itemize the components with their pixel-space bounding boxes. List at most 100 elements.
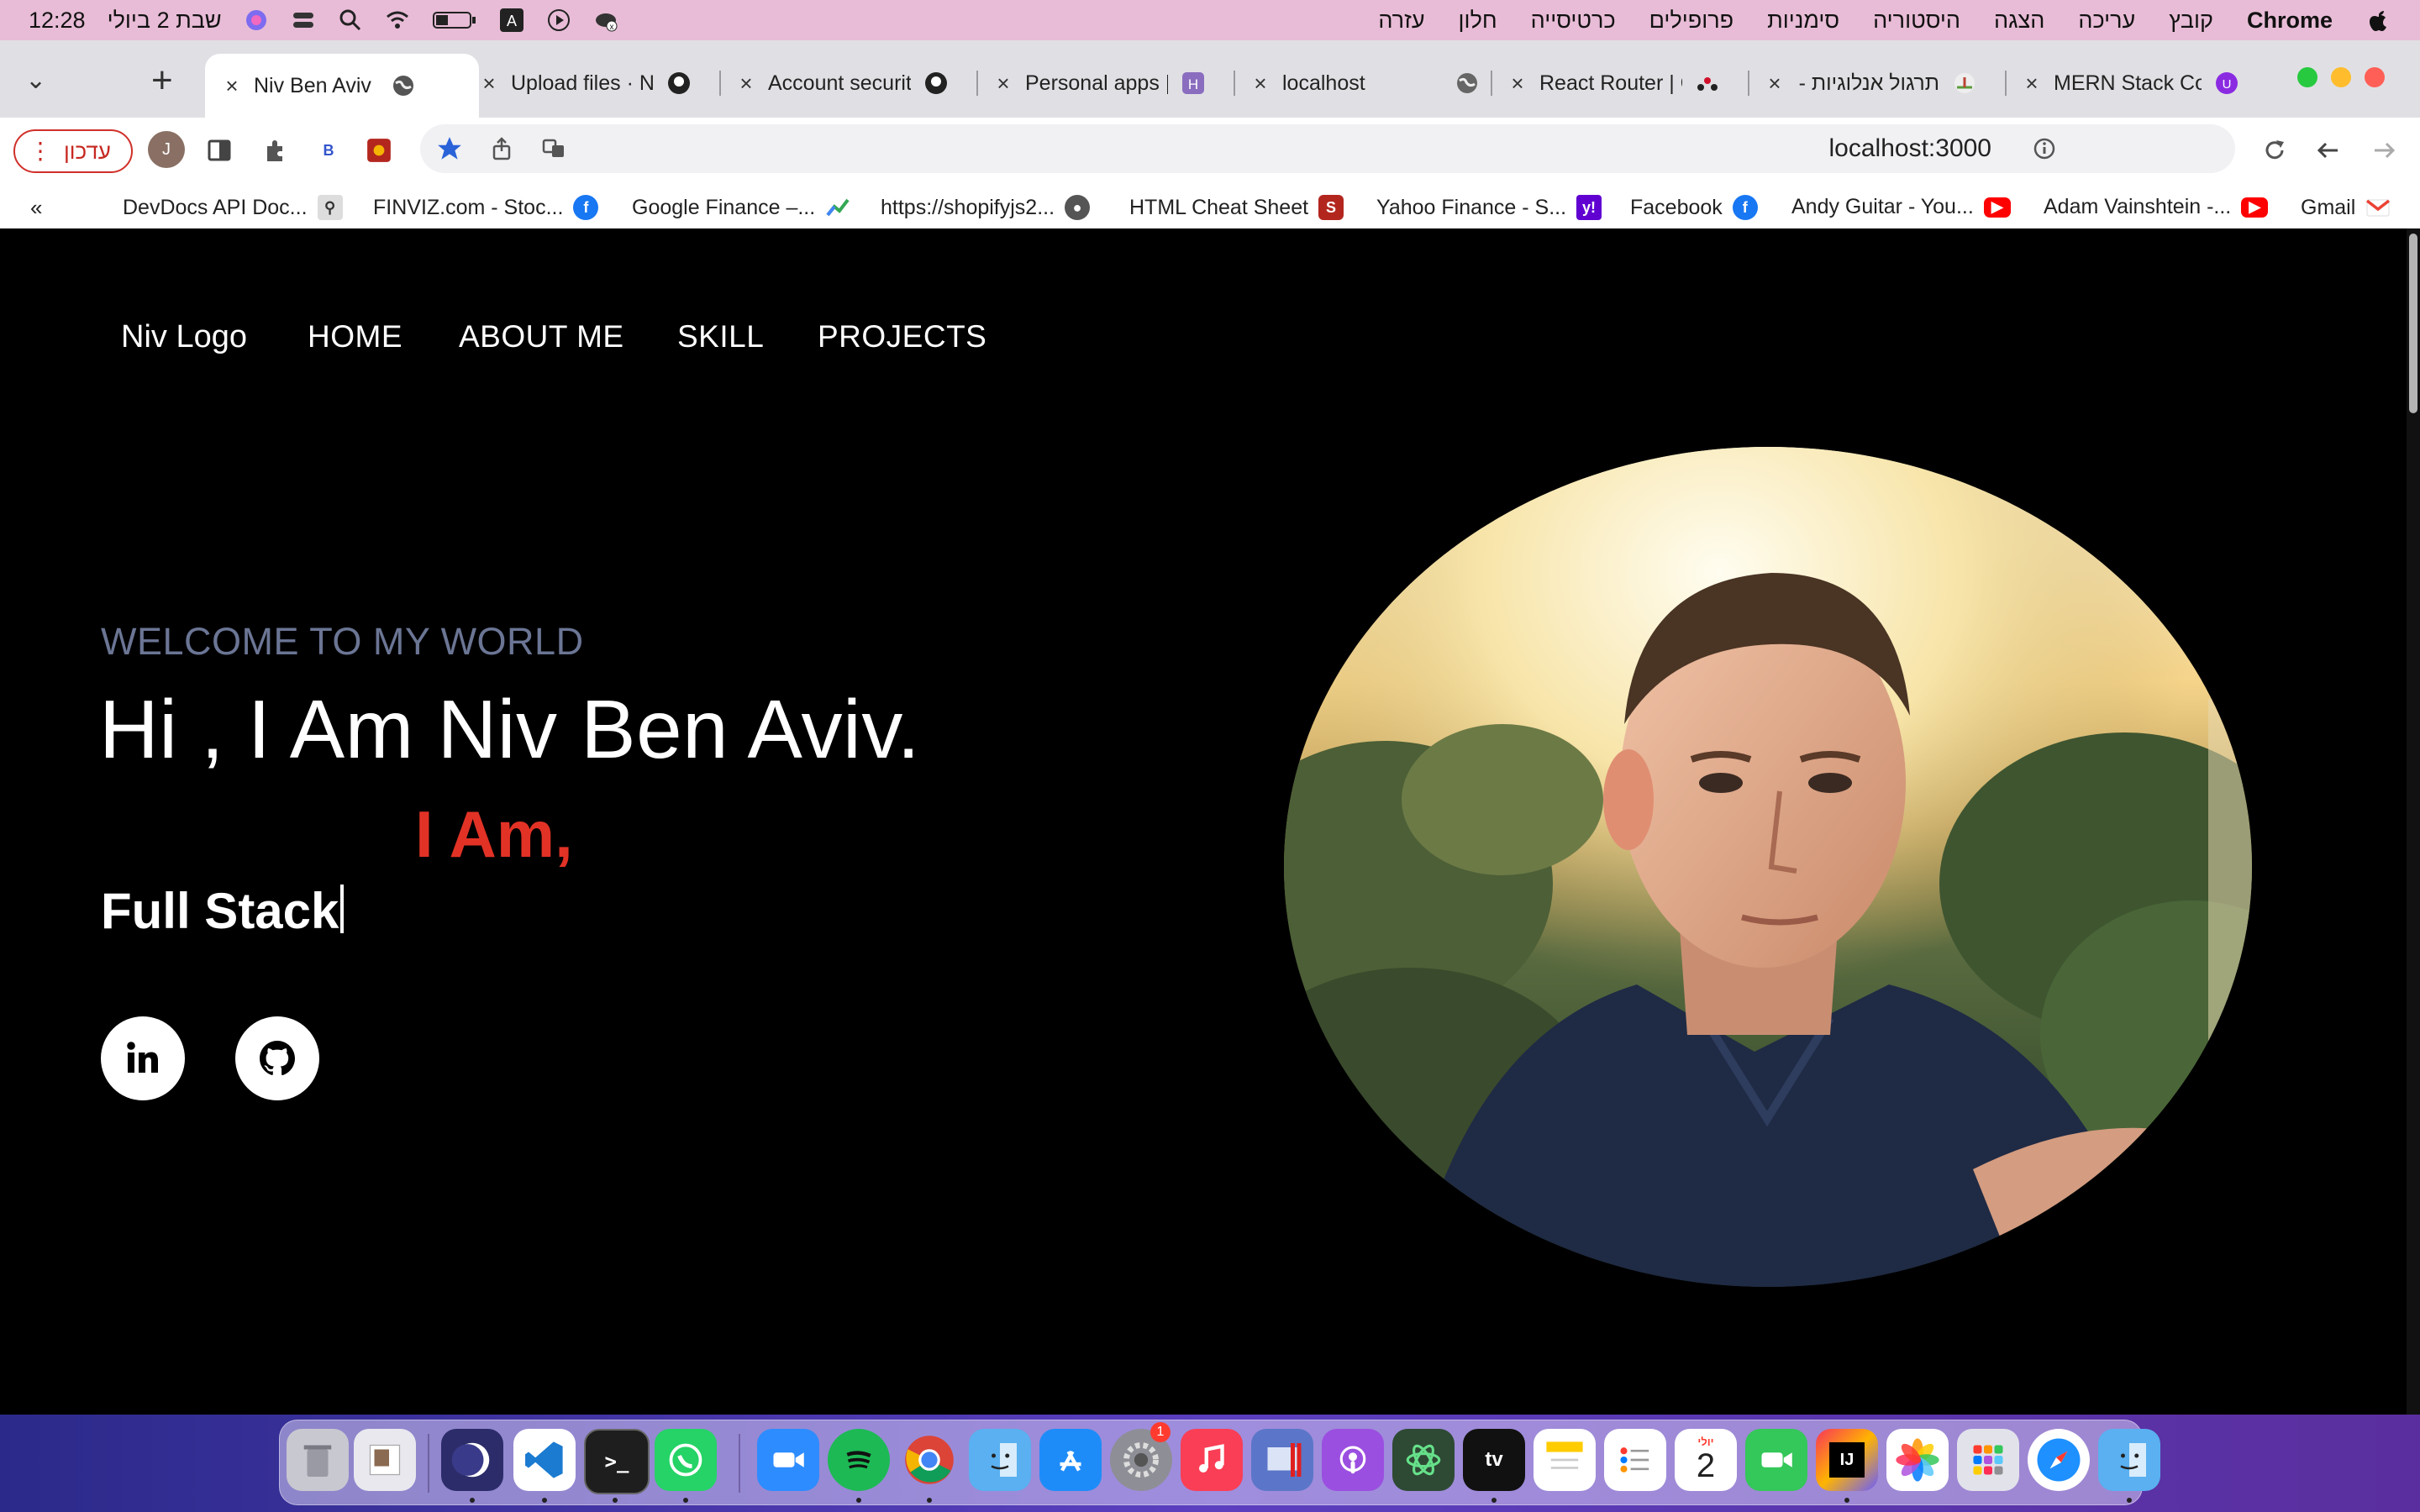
control-center-icon[interactable] <box>291 8 316 33</box>
nav-projects[interactable]: PROJECTS <box>818 319 986 354</box>
terminal-icon[interactable]: >_ <box>584 1429 650 1494</box>
new-tab-button[interactable]: + <box>151 62 173 99</box>
apple-tv-icon[interactable]: tv <box>1463 1429 1525 1491</box>
intellij-icon[interactable]: IJ <box>1816 1429 1878 1491</box>
notes-icon[interactable] <box>1534 1429 1596 1491</box>
nav-skill[interactable]: SKILL <box>677 319 764 354</box>
tab-react-router[interactable]: × React Router | C <box>1507 59 1721 108</box>
nav-home[interactable]: HOME <box>308 319 402 354</box>
extension-red-icon[interactable] <box>363 134 395 166</box>
input-source-icon[interactable]: A <box>499 8 524 33</box>
close-tab-icon[interactable]: × <box>1250 71 1270 96</box>
reminders-icon[interactable] <box>1604 1429 1666 1491</box>
translate-icon[interactable] <box>538 133 570 165</box>
bookmark-devdocs[interactable]: DevDocs API Doc... ⚲ <box>123 195 343 220</box>
preview-icon[interactable] <box>354 1429 416 1491</box>
bookmark-gmail[interactable]: Gmail <box>2301 195 2391 220</box>
menu-profiles[interactable]: פרופילים <box>1649 8 1733 34</box>
menu-app-name[interactable]: Chrome <box>2247 8 2333 34</box>
apple-icon[interactable] <box>2366 8 2391 33</box>
tab-account-security[interactable]: × Account securit <box>736 59 950 108</box>
linkedin-button[interactable] <box>101 1016 185 1100</box>
extension-b-icon[interactable]: B <box>313 134 345 166</box>
calendar-icon[interactable]: יולי 2 <box>1675 1429 1737 1491</box>
update-button[interactable]: ⋮ עדכון <box>13 129 133 173</box>
battery-icon[interactable] <box>432 8 477 33</box>
page-scrollbar-thumb[interactable] <box>2409 234 2417 413</box>
atom-icon[interactable] <box>1392 1429 1455 1491</box>
side-panel-icon[interactable] <box>203 134 235 166</box>
back-arrow-icon[interactable] <box>2312 134 2344 166</box>
close-tab-icon[interactable]: × <box>1507 71 1528 96</box>
zoom-icon[interactable] <box>757 1429 819 1491</box>
forward-arrow-icon[interactable] <box>2368 134 2400 166</box>
cloud-icon[interactable]: x <box>593 8 618 33</box>
chrome-icon[interactable] <box>898 1429 960 1491</box>
tab-search-chevron-icon[interactable]: ⌄ <box>25 66 46 95</box>
tab-upload-files[interactable]: × Upload files · N <box>479 59 692 108</box>
profile-avatar[interactable]: J <box>148 131 185 168</box>
menu-file[interactable]: קובץ <box>2169 8 2213 34</box>
launchpad-icon[interactable] <box>1957 1429 2019 1491</box>
github-button[interactable] <box>235 1016 319 1100</box>
site-info-icon[interactable] <box>2028 133 2060 165</box>
tab-analogies[interactable]: × תרגול אנלוגיות - <box>1765 59 1978 108</box>
music-icon[interactable] <box>1181 1429 1243 1491</box>
window-close-button[interactable] <box>2365 67 2385 87</box>
bookmark-yahoo-finance[interactable]: Yahoo Finance - S... y! <box>1376 195 1602 220</box>
site-logo[interactable]: Niv Logo <box>121 319 247 355</box>
tab-localhost[interactable]: × localhost <box>1250 59 1481 108</box>
menu-history[interactable]: היסטוריה <box>1873 8 1960 34</box>
bookmark-facebook[interactable]: Facebook f <box>1630 195 1758 220</box>
address-bar[interactable]: localhost:3000 <box>420 124 2235 173</box>
eclipse-icon[interactable] <box>441 1429 503 1491</box>
bookmarks-overflow-icon[interactable]: « <box>30 195 42 221</box>
menu-edit[interactable]: עריכה <box>2078 8 2135 34</box>
tab-niv-ben-aviv[interactable]: × Niv Ben Aviv Pr <box>205 54 479 118</box>
tab-personal-apps[interactable]: × Personal apps | H <box>993 59 1207 108</box>
date[interactable]: שבת 2 ביולי <box>108 8 222 34</box>
finder-secondary-icon[interactable] <box>2098 1429 2160 1491</box>
wifi-icon[interactable] <box>385 8 410 33</box>
menu-bookmarks[interactable]: סימניות <box>1767 8 1839 34</box>
close-tab-icon[interactable]: × <box>2022 71 2042 96</box>
close-tab-icon[interactable]: × <box>1765 71 1785 96</box>
bookmark-adam-vainshtein[interactable]: Adam Vainshtein -... ▶ <box>2044 195 2269 219</box>
reload-icon[interactable] <box>2259 134 2291 166</box>
menu-view[interactable]: הצגה <box>1994 8 2044 34</box>
menu-help[interactable]: עזרה <box>1378 8 1424 34</box>
whatsapp-icon[interactable] <box>655 1429 717 1491</box>
facetime-icon[interactable] <box>1745 1429 1807 1491</box>
window-minimize-button[interactable] <box>2331 67 2351 87</box>
siri-icon[interactable] <box>244 8 269 33</box>
media-play-icon[interactable] <box>546 8 571 33</box>
app-store-icon[interactable] <box>1039 1429 1102 1491</box>
photos-icon[interactable] <box>1886 1429 1949 1491</box>
vscode-icon[interactable] <box>513 1429 576 1491</box>
share-icon[interactable] <box>486 133 518 165</box>
close-tab-icon[interactable]: × <box>479 71 499 96</box>
safari-icon[interactable] <box>2028 1429 2090 1491</box>
menu-tab[interactable]: כרטיסייה <box>1531 8 1616 34</box>
bookmark-finviz[interactable]: FINVIZ.com - Stoc... f <box>373 195 599 220</box>
spotify-icon[interactable] <box>828 1429 890 1491</box>
bookmark-andy-guitar[interactable]: Andy Guitar - You... ▶ <box>1791 195 2011 219</box>
bookmark-google-finance[interactable]: Google Finance –... <box>632 195 850 220</box>
trash-icon[interactable] <box>287 1429 349 1491</box>
podcasts-icon[interactable] <box>1322 1429 1384 1491</box>
close-tab-icon[interactable]: × <box>222 73 242 98</box>
tab-mern-stack[interactable]: × MERN Stack Co U <box>2022 59 2240 108</box>
url-text[interactable]: localhost:3000 <box>1829 134 1991 163</box>
nav-about-me[interactable]: ABOUT ME <box>459 319 624 354</box>
clock[interactable]: 12:28 <box>29 8 86 34</box>
menu-window[interactable]: חלון <box>1459 8 1497 34</box>
search-icon[interactable] <box>338 8 363 33</box>
finder-icon[interactable] <box>969 1429 1031 1491</box>
bookmark-star-icon[interactable] <box>434 133 466 165</box>
bookmark-shopify[interactable]: https://shopifyjs2... ● <box>881 195 1091 220</box>
window-zoom-button[interactable] <box>2297 67 2317 87</box>
parallels-icon[interactable] <box>1251 1429 1313 1491</box>
extensions-icon[interactable] <box>259 134 291 166</box>
close-tab-icon[interactable]: × <box>993 71 1013 96</box>
close-tab-icon[interactable]: × <box>736 71 756 96</box>
